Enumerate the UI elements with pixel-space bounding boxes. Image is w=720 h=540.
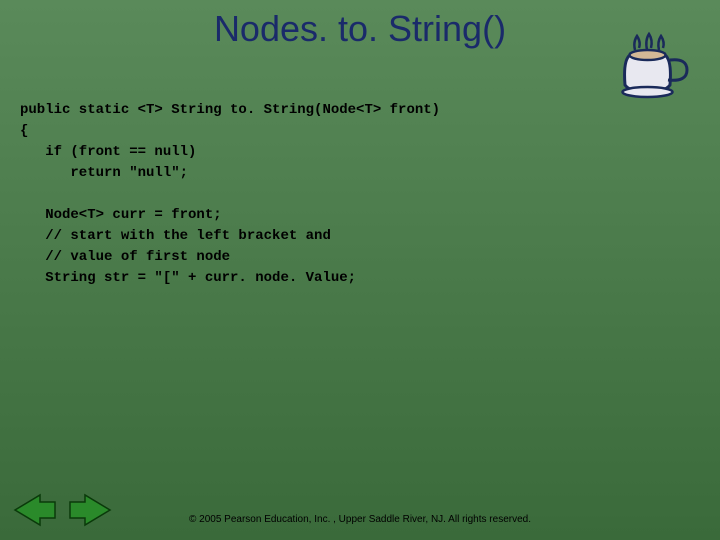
coffee-cup-icon [615, 30, 695, 100]
copyright-footer: © 2005 Pearson Education, Inc. , Upper S… [0, 514, 720, 525]
slide-title: Nodes. to. String() [0, 0, 720, 50]
code-content: public static <T> String to. String(Node… [20, 100, 700, 289]
